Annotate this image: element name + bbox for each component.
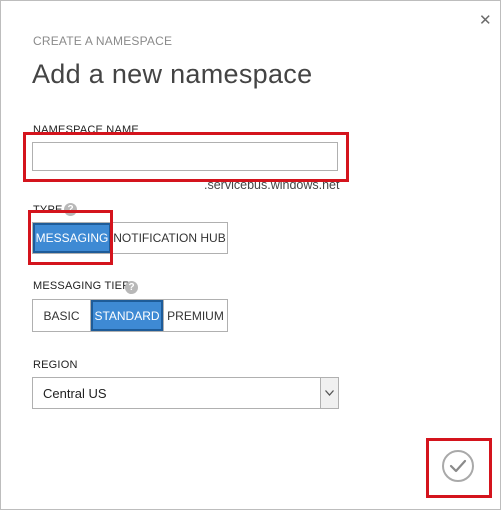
- namespace-name-input[interactable]: [32, 142, 338, 171]
- confirm-button[interactable]: [442, 450, 474, 482]
- type-option-notification-hub[interactable]: NOTIFICATION HUB: [112, 223, 227, 253]
- help-icon[interactable]: ?: [64, 203, 77, 216]
- dialog-subtitle: CREATE A NAMESPACE: [33, 34, 173, 48]
- chevron-down-icon[interactable]: [320, 378, 338, 408]
- region-label: REGION: [33, 359, 78, 371]
- namespace-name-label: NAMESPACE NAME: [33, 124, 139, 136]
- region-dropdown[interactable]: Central US: [32, 377, 339, 409]
- type-selector: MESSAGING NOTIFICATION HUB: [32, 222, 228, 254]
- type-option-messaging[interactable]: MESSAGING: [33, 223, 112, 253]
- help-icon[interactable]: ?: [125, 281, 138, 294]
- messaging-tier-selector: BASIC STANDARD PREMIUM: [32, 299, 228, 332]
- tier-option-premium[interactable]: PREMIUM: [164, 300, 227, 331]
- close-icon[interactable]: ✕: [479, 13, 492, 28]
- region-selected-value: Central US: [43, 386, 107, 401]
- checkmark-icon: [449, 459, 467, 473]
- tier-option-basic[interactable]: BASIC: [33, 300, 91, 331]
- type-label: TYPE: [33, 204, 63, 216]
- namespace-suffix: .servicebus.windows.net: [204, 178, 340, 192]
- tier-option-standard[interactable]: STANDARD: [91, 300, 164, 331]
- messaging-tier-label: MESSAGING TIER: [33, 280, 131, 292]
- dialog-title: Add a new namespace: [32, 59, 313, 89]
- create-namespace-dialog: ✕ CREATE A NAMESPACE Add a new namespace…: [0, 0, 501, 510]
